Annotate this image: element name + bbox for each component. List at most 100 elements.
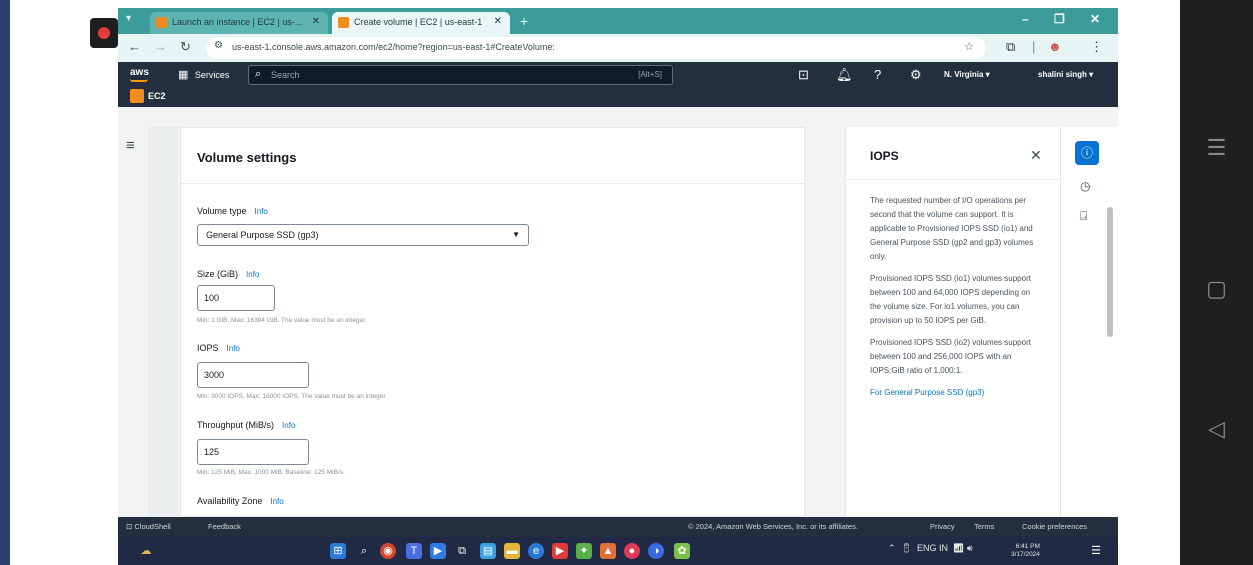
services-label: Services: [194, 70, 230, 80]
chrome-icon[interactable]: ◉: [380, 543, 396, 559]
throughput-input[interactable]: 125: [197, 439, 309, 465]
url-field[interactable]: ⚙ us-east-1.console.aws.amazon.com/ec2/h…: [206, 37, 986, 59]
bookmark-star-icon[interactable]: ☆: [964, 40, 974, 53]
weather-widget-icon[interactable]: ☁: [138, 543, 154, 559]
info-link[interactable]: Info: [227, 344, 240, 353]
tab-strip: ▾ Launch an instance | EC2 | us-... ✕ Cr…: [118, 8, 1118, 34]
menu-kebab-icon[interactable]: ⋮: [1090, 39, 1103, 55]
info-link[interactable]: Info: [255, 207, 268, 216]
back-arrow-icon[interactable]: ←: [128, 39, 141, 54]
tab-create-volume[interactable]: Create volume | EC2 | us-east-1 ✕: [332, 12, 510, 34]
ec2-service-icon[interactable]: [130, 89, 144, 103]
volume-type-select[interactable]: General Purpose SSD (gp3) ▼: [197, 224, 529, 246]
right-margin: [1118, 0, 1180, 565]
copyright-text: © 2024, Amazon Web Services, Inc. or its…: [688, 522, 858, 531]
url-text: us-east-1.console.aws.amazon.com/ec2/hom…: [232, 42, 555, 52]
services-menu[interactable]: ▦ Services: [178, 68, 229, 81]
main-content: ≡ Volume settings Volume type Info Genera…: [118, 107, 1118, 517]
caret-down-icon: ▼: [512, 230, 520, 239]
profile-icon[interactable]: ☻: [1048, 39, 1062, 54]
app-icon[interactable]: ●: [624, 543, 640, 559]
info-link[interactable]: Info: [282, 421, 295, 430]
store-icon[interactable]: ▤: [480, 543, 496, 559]
close-icon[interactable]: ✕: [494, 16, 502, 27]
info-link[interactable]: Info: [270, 497, 283, 506]
window-close-icon[interactable]: ✕: [1090, 12, 1100, 26]
iops-constraint: Min: 3000 IOPS, Max: 16000 IOPS. The val…: [197, 393, 387, 400]
cookie-preferences-link[interactable]: Cookie preferences: [1022, 522, 1087, 531]
site-info-icon[interactable]: ⚙: [214, 40, 223, 51]
volume-type-label: Volume type Info: [197, 206, 268, 216]
language-indicator[interactable]: ENG IN: [917, 543, 948, 553]
info-link[interactable]: Info: [246, 270, 259, 279]
terms-link[interactable]: Terms: [974, 522, 994, 531]
notifications-bell-icon[interactable]: 🔔︎: [836, 67, 853, 83]
region-selector[interactable]: N. Virginia ▾: [944, 70, 990, 79]
help-icon[interactable]: ?: [874, 67, 881, 82]
page-scrollbar-thumb[interactable]: [1107, 207, 1113, 337]
desktop-edge: [0, 0, 10, 565]
back-icon[interactable]: ◁: [1180, 416, 1253, 442]
close-icon[interactable]: ✕: [312, 16, 320, 27]
clock[interactable]: 6:41 PM 3/17/2024: [1011, 543, 1040, 559]
search-icon[interactable]: ⌕: [356, 543, 372, 559]
privacy-link[interactable]: Privacy: [930, 522, 955, 531]
teams-icon[interactable]: T: [406, 543, 422, 559]
settings-gear-icon[interactable]: ⚙: [910, 67, 922, 83]
system-tray[interactable]: ⌃ 🔋︎ ENG IN 📶︎ 🔊︎: [888, 543, 973, 554]
close-icon[interactable]: ✕: [1030, 147, 1042, 164]
info-icon[interactable]: ⓘ: [1075, 141, 1099, 165]
cloudshell-link[interactable]: ⊡ CloudShell: [126, 522, 171, 531]
new-tab-icon[interactable]: +: [520, 13, 528, 29]
vlc-icon[interactable]: ▲: [600, 543, 616, 559]
aws-logo[interactable]: aws: [130, 68, 149, 78]
forward-arrow-icon[interactable]: →: [154, 39, 167, 54]
left-margin: [0, 0, 118, 565]
app-icon[interactable]: ✦: [576, 543, 592, 559]
app-icon[interactable]: ◑: [648, 543, 664, 559]
help-paragraph: Provisioned IOPS SSD (io2) volumes suppo…: [870, 338, 1031, 375]
search-icon: ⌕: [255, 68, 262, 80]
start-icon[interactable]: ⊞: [330, 543, 346, 559]
aws-top-nav: aws ▦ Services ⌕ Search [Alt+S] ⊡ 🔔︎ ? ⚙…: [118, 62, 1118, 107]
size-input[interactable]: 100: [197, 285, 275, 311]
cloudshell-icon[interactable]: ⊡: [798, 67, 809, 83]
feedback-icon[interactable]: ⍈: [1080, 209, 1087, 224]
minimize-icon[interactable]: –: [1022, 12, 1029, 26]
side-nav-toggle-icon[interactable]: ≡: [126, 137, 135, 154]
divider: |: [1032, 39, 1036, 54]
help-body: The requested number of I/O operations p…: [870, 194, 1040, 408]
search-input[interactable]: ⌕ Search [Alt+S]: [248, 65, 673, 85]
cloudshell-label: CloudShell: [134, 522, 171, 531]
edge-icon[interactable]: e: [528, 543, 544, 559]
aws-logo-smile-icon: [130, 79, 148, 82]
help-title: IOPS: [870, 149, 899, 163]
youtube-icon[interactable]: ▶: [552, 543, 568, 559]
clock-date: 3/17/2024: [1011, 551, 1040, 558]
account-menu[interactable]: shalini singh ▾: [1038, 70, 1093, 79]
feedback-link[interactable]: Feedback: [208, 522, 241, 531]
recents-icon[interactable]: ☰: [1180, 135, 1253, 161]
iops-label: IOPS Info: [197, 343, 240, 353]
tab-launch-instance[interactable]: Launch an instance | EC2 | us-... ✕: [150, 12, 328, 34]
iops-input[interactable]: 3000: [197, 362, 309, 388]
aws-favicon-icon: [338, 17, 349, 28]
reload-icon[interactable]: ↻: [180, 39, 191, 55]
tab-list-icon[interactable]: ▾: [126, 13, 131, 24]
notifications-icon[interactable]: ☰: [1088, 543, 1104, 559]
extensions-icon[interactable]: ⧉: [1006, 39, 1015, 55]
video-icon[interactable]: ▶: [430, 543, 446, 559]
screen-recorder-icon[interactable]: [90, 18, 118, 48]
clock-icon[interactable]: ◷: [1080, 179, 1090, 193]
home-icon[interactable]: ▢: [1180, 276, 1253, 302]
grid-icon: ▦: [178, 69, 189, 81]
availability-zone-label: Availability Zone Info: [197, 496, 284, 506]
restore-icon[interactable]: ❐: [1054, 12, 1065, 26]
ec2-shortcut[interactable]: EC2: [148, 91, 166, 101]
help-paragraph: Provisioned IOPS SSD (io1) volumes suppo…: [870, 274, 1031, 325]
app-icon[interactable]: ✿: [674, 543, 690, 559]
task-view-icon[interactable]: ⧉: [454, 543, 470, 559]
divider: [181, 183, 806, 184]
search-placeholder: Search: [271, 70, 300, 80]
file-explorer-icon[interactable]: ▬: [504, 543, 520, 559]
